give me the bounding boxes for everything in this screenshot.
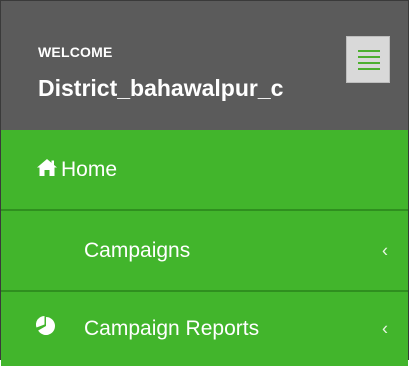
sidebar-item-label: Campaigns [84, 238, 191, 262]
sidebar-header: WELCOME District_bahawalpur_c [1, 1, 408, 130]
home-icon [37, 158, 57, 182]
pie-chart-icon [35, 315, 56, 342]
sidebar-item-label: Home [61, 157, 118, 181]
sidebar-nav: Home Campaigns ‹ Campaign Reports ‹ [1, 130, 408, 366]
sidebar-item-label: Campaign Reports [84, 317, 260, 340]
chevron-left-icon: ‹ [382, 318, 388, 339]
sidebar-item-campaigns[interactable]: Campaigns ‹ [1, 211, 408, 292]
hamburger-menu-icon [358, 50, 380, 70]
sidebar-item-home[interactable]: Home [1, 130, 408, 211]
sidebar-panel: WELCOME District_bahawalpur_c Home Campa… [0, 0, 409, 366]
sidebar-item-campaign-reports[interactable]: Campaign Reports ‹ [1, 292, 408, 366]
sidebar-toggle-button[interactable] [346, 36, 390, 83]
chevron-left-icon: ‹ [382, 240, 388, 260]
welcome-label: WELCOME [38, 44, 113, 60]
username: District_bahawalpur_c [38, 75, 284, 101]
